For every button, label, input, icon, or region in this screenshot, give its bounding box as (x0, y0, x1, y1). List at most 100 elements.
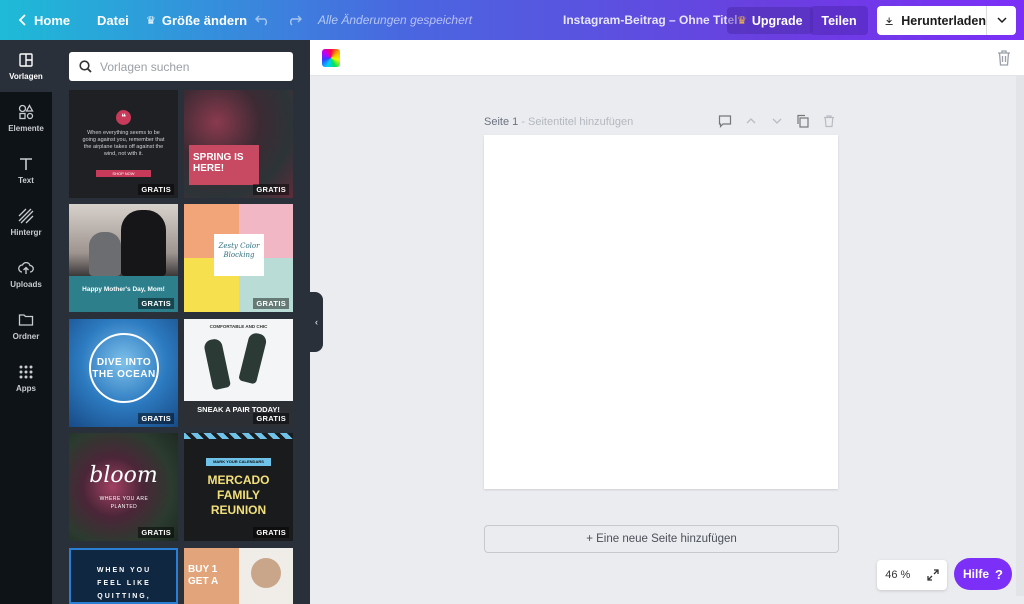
template-text: Zesty Color Blocking (218, 242, 260, 259)
rail-item-uploads[interactable]: Uploads (0, 248, 52, 300)
home-label: Home (34, 12, 71, 28)
template-thumbnail[interactable]: ❝ When everything seems to be going agai… (69, 90, 178, 198)
rail-item-elements[interactable]: Elemente (0, 92, 52, 144)
download-options-button[interactable] (987, 6, 1016, 35)
rail-item-background[interactable]: Hintergr (0, 196, 52, 248)
download-icon (885, 16, 893, 25)
template-thumbnail[interactable]: bloom WHERE YOU ARE PLANTED GRATIS (69, 433, 178, 541)
color-picker-button[interactable] (322, 49, 340, 67)
home-button[interactable]: Home (18, 0, 70, 40)
upload-icon (18, 261, 34, 274)
document-title[interactable]: Instagram-Beitrag – Ohne Titel (563, 13, 738, 27)
undo-icon (255, 15, 267, 26)
left-rail: Vorlagen Elemente Text Hintergr Uploads … (0, 40, 52, 604)
undo-button[interactable] (255, 0, 270, 40)
template-cta: SHOP NOW (96, 170, 151, 177)
apps-icon (19, 365, 33, 378)
template-thumbnail[interactable]: MARK YOUR CALENDARS MERCADO FAMILY REUNI… (184, 433, 293, 541)
page-title[interactable]: Seite 1 - Seitentitel hinzufügen (484, 116, 633, 128)
free-badge: GRATIS (138, 527, 174, 538)
download-button-group: Herunterladen (877, 6, 1016, 35)
zoom-control[interactable]: 46 % (877, 560, 947, 590)
question-icon: ? (995, 566, 1003, 582)
top-bar: Home Datei ♛ Größe ändern Alle Änderunge… (0, 0, 1024, 40)
template-thumbnail[interactable]: DIVE INTO THE OCEAN GRATIS (69, 319, 178, 427)
duplicate-icon[interactable] (796, 114, 810, 128)
page-title-placeholder[interactable]: - Seitentitel hinzufügen (521, 116, 633, 128)
template-thumbnail[interactable]: Zesty Color Blocking GRATIS (184, 204, 293, 312)
zoom-level: 46 % (885, 569, 911, 581)
help-label: Hilfe (963, 567, 990, 581)
comment-icon[interactable] (718, 114, 732, 128)
editor-toolbar (310, 40, 1024, 76)
photo-figure (121, 210, 166, 276)
template-text: bloom (89, 463, 158, 488)
design-page[interactable] (484, 135, 838, 489)
help-button[interactable]: Hilfe ? (954, 558, 1012, 590)
template-text: BUY 1 GET A (188, 564, 219, 587)
rail-label: Apps (16, 383, 36, 393)
chevron-down-icon[interactable] (770, 114, 784, 128)
template-search (69, 52, 293, 81)
upgrade-button[interactable]: ♛ Upgrade (727, 7, 813, 34)
download-label: Herunterladen (901, 13, 986, 28)
rail-label: Elemente (8, 123, 44, 133)
template-icon (19, 52, 33, 67)
resize-button[interactable]: ♛ Größe ändern (146, 0, 247, 40)
template-thumbnail[interactable]: Happy Mother's Day, Mom! GRATIS (69, 204, 178, 312)
chevron-left-icon (18, 14, 26, 26)
template-thumbnail[interactable]: WHEN YOU FEEL LIKE QUITTING, (69, 548, 178, 604)
free-badge: GRATIS (138, 184, 174, 195)
crown-icon: ♛ (146, 14, 156, 27)
save-status: Alle Änderungen gespeichert (318, 13, 473, 27)
rail-item-templates[interactable]: Vorlagen (0, 40, 52, 92)
trash-icon[interactable] (996, 49, 1012, 67)
sneaker-right (238, 331, 268, 385)
resize-label: Größe ändern (161, 12, 248, 28)
rail-item-apps[interactable]: Apps (0, 352, 52, 404)
rail-label: Hintergr (10, 227, 42, 237)
rail-item-text[interactable]: Text (0, 144, 52, 196)
stripe-border (184, 433, 293, 439)
free-badge: GRATIS (253, 413, 289, 424)
redo-icon (290, 15, 302, 26)
text-icon (20, 157, 32, 170)
add-page-button[interactable]: + Eine neue Seite hinzufügen (484, 525, 839, 553)
template-text: MERCADO FAMILY REUNION (207, 473, 270, 517)
trash-icon[interactable] (822, 114, 836, 128)
template-text: When everything seems to be going agains… (82, 130, 165, 157)
search-icon (79, 60, 92, 73)
share-label: Teilen (821, 13, 857, 28)
collapse-panel-button[interactable]: ‹ (310, 292, 323, 352)
file-menu[interactable]: Datei (97, 0, 129, 40)
free-badge: GRATIS (253, 298, 289, 309)
search-input[interactable] (100, 59, 280, 74)
rail-label: Ordner (12, 331, 40, 341)
rail-item-folders[interactable]: Ordner (0, 300, 52, 352)
rail-label: Text (18, 175, 34, 185)
template-thumbnail[interactable]: BUY 1 GET A (184, 548, 293, 604)
expand-icon[interactable] (927, 569, 939, 581)
template-text: WHEN YOU FEEL LIKE QUITTING, (96, 567, 152, 600)
template-text: Happy Mother's Day, Mom! (82, 286, 165, 293)
template-thumbnail[interactable]: COMFORTABLE AND CHIC SNEAK A PAIR TODAY!… (184, 319, 293, 427)
chevron-up-icon[interactable] (744, 114, 758, 128)
download-button[interactable]: Herunterladen (877, 6, 987, 35)
file-label: Datei (97, 12, 129, 28)
template-text: DIVE INTO THE OCEAN (92, 357, 156, 380)
template-top-text: MARK YOUR CALENDARS (206, 458, 271, 466)
upgrade-label: Upgrade (751, 13, 803, 28)
redo-button[interactable] (287, 0, 302, 40)
template-text: SPRING IS HERE! (193, 152, 244, 174)
share-button[interactable]: Teilen (810, 6, 868, 35)
rail-label: Vorlagen (9, 71, 43, 81)
free-badge: GRATIS (253, 184, 289, 195)
canvas-scrollbar[interactable] (1016, 76, 1024, 596)
template-thumbnail[interactable]: SPRING IS HERE! GRATIS (184, 90, 293, 198)
free-badge: GRATIS (138, 413, 174, 424)
page-tools (718, 114, 836, 128)
quote-icon: ❝ (116, 110, 131, 125)
template-subtext: WHERE YOU ARE PLANTED (99, 496, 149, 510)
sneaker-left (202, 337, 232, 391)
template-top-text: COMFORTABLE AND CHIC (209, 324, 268, 329)
